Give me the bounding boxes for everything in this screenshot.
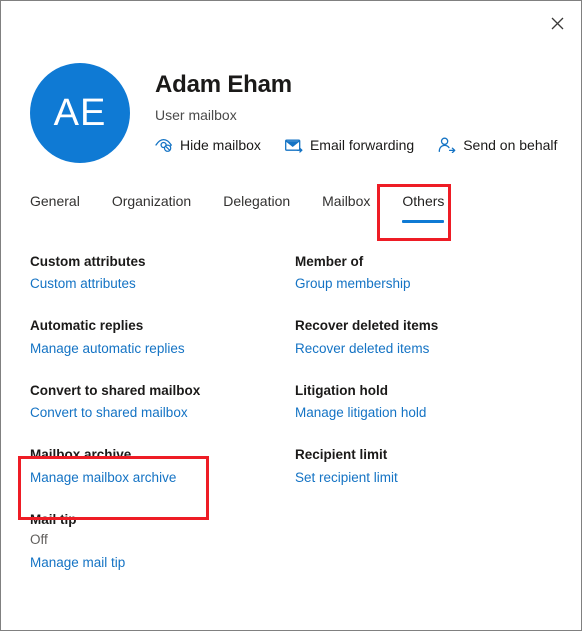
field-label: Recipient limit <box>295 447 388 463</box>
avatar-initials: AE <box>53 91 107 134</box>
send-on-behalf-icon <box>438 136 456 154</box>
tab-mailbox[interactable]: Mailbox <box>306 191 386 223</box>
field-mail-tip: Mail tip Off Manage mail tip <box>30 511 295 574</box>
identity-block: Adam Eham User mailbox Hide mailbox Emai… <box>155 63 557 154</box>
close-icon <box>551 17 564 30</box>
hide-mailbox-icon <box>155 136 173 154</box>
close-button[interactable] <box>540 7 574 39</box>
send-on-behalf-action[interactable]: Send on behalf <box>438 136 557 154</box>
email-forwarding-icon <box>284 136 303 154</box>
page-title: Adam Eham <box>155 71 292 98</box>
field-recipient-limit: Recipient limit Set recipient limit <box>295 446 560 487</box>
tab-delegation[interactable]: Delegation <box>207 191 306 223</box>
tab-others-label: Others <box>402 193 445 209</box>
field-label: Automatic replies <box>30 318 144 334</box>
field-label: Mail tip <box>30 511 77 527</box>
others-tab-content: Custom attributes Custom attributes Auto… <box>30 253 566 597</box>
link-recover-deleted-items[interactable]: Recover deleted items <box>295 339 429 359</box>
tab-organization[interactable]: Organization <box>96 191 207 223</box>
send-on-behalf-label: Send on behalf <box>463 137 558 154</box>
email-forwarding-action[interactable]: Email forwarding <box>284 136 415 154</box>
hide-mailbox-action[interactable]: Hide mailbox <box>155 136 261 154</box>
link-custom-attributes[interactable]: Custom attributes <box>30 274 136 294</box>
field-convert-to-shared-mailbox: Convert to shared mailbox Convert to sha… <box>30 382 295 423</box>
hide-mailbox-label: Hide mailbox <box>180 137 261 154</box>
tab-delegation-label: Delegation <box>223 193 291 209</box>
email-forwarding-label: Email forwarding <box>309 137 415 154</box>
field-label: Convert to shared mailbox <box>30 382 201 398</box>
tab-general-label: General <box>30 193 80 209</box>
tab-organization-label: Organization <box>111 193 192 209</box>
field-automatic-replies: Automatic replies Manage automatic repli… <box>30 317 295 358</box>
field-recover-deleted-items: Recover deleted items Recover deleted it… <box>295 317 560 358</box>
field-label: Litigation hold <box>295 382 388 398</box>
field-label: Recover deleted items <box>295 318 439 334</box>
field-custom-attributes: Custom attributes Custom attributes <box>30 253 295 294</box>
link-manage-litigation-hold[interactable]: Manage litigation hold <box>295 403 426 423</box>
field-label: Member of <box>295 254 364 269</box>
left-column: Custom attributes Custom attributes Auto… <box>30 253 295 597</box>
link-manage-automatic-replies[interactable]: Manage automatic replies <box>30 339 185 359</box>
field-litigation-hold: Litigation hold Manage litigation hold <box>295 382 560 423</box>
link-manage-mailbox-archive[interactable]: Manage mailbox archive <box>30 468 176 488</box>
field-label: Mailbox archive <box>30 447 132 463</box>
mailbox-details-panel: AE Adam Eham User mailbox Hide mailbox E… <box>0 0 582 631</box>
tab-general[interactable]: General <box>30 191 96 223</box>
link-manage-mail-tip[interactable]: Manage mail tip <box>30 553 125 573</box>
avatar: AE <box>30 63 130 163</box>
link-convert-to-shared-mailbox[interactable]: Convert to shared mailbox <box>30 403 188 423</box>
link-set-recipient-limit[interactable]: Set recipient limit <box>295 468 398 488</box>
field-member-of: Member of Group membership <box>295 253 560 294</box>
right-column: Member of Group membership Recover delet… <box>295 253 560 597</box>
link-group-membership[interactable]: Group membership <box>295 274 411 294</box>
mailbox-type-label: User mailbox <box>155 107 237 124</box>
field-mailbox-archive: Mailbox archive Manage mailbox archive <box>30 446 295 487</box>
field-label: Custom attributes <box>30 254 146 269</box>
quick-actions-bar: Hide mailbox Email forwarding Send on be… <box>155 136 557 154</box>
mail-tip-value: Off <box>30 532 48 548</box>
mailbox-header: AE Adam Eham User mailbox Hide mailbox E… <box>30 63 561 169</box>
tab-bar: General Organization Delegation Mailbox … <box>30 191 571 223</box>
tab-selected-underline <box>402 220 445 223</box>
tab-mailbox-label: Mailbox <box>322 193 371 209</box>
tab-others[interactable]: Others <box>386 191 460 223</box>
